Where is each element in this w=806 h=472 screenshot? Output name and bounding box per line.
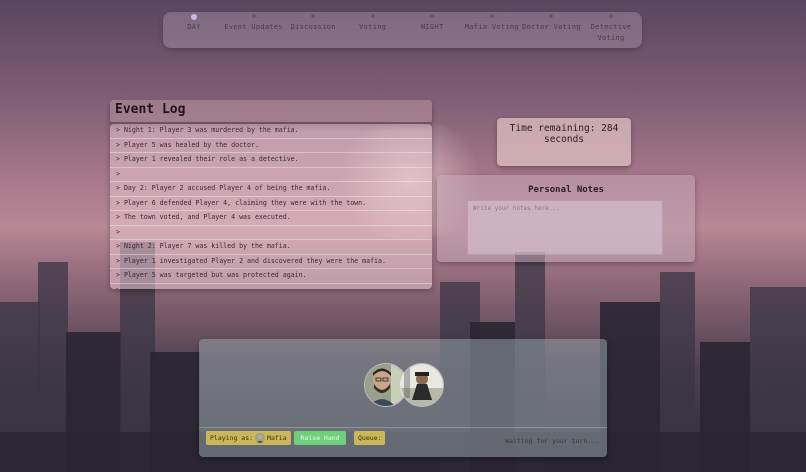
phase-dot-icon	[251, 14, 256, 18]
log-entry: >	[110, 284, 432, 290]
phase-label: Voting	[359, 23, 387, 31]
queue-badge: Queue:	[354, 431, 386, 445]
phase-dot-icon	[489, 14, 494, 18]
log-entry: > Night 1: Player 3 was murdered by the …	[110, 124, 432, 139]
playing-as-badge: Playing as: Mafia	[206, 431, 291, 445]
phase-progress-bar: DAY Event Updates Discussion Voting NIGHT Maf…	[163, 12, 642, 48]
phase-label: Doctor Voting	[522, 23, 581, 31]
log-entry: > Player 5 was healed by the doctor.	[110, 139, 432, 153]
phase-dot-icon	[430, 14, 435, 18]
video-call-panel: Playing as: Mafia Raise Hand Queue: Wait…	[199, 339, 607, 457]
personal-notes-panel: Personal Notes	[437, 175, 695, 262]
event-log-title: Event Log	[115, 102, 186, 117]
phase-dot-icon	[370, 14, 375, 18]
phase-label: NIGHT	[420, 23, 444, 31]
turn-status-text: Waiting for your turn...	[505, 437, 599, 445]
raise-hand-button[interactable]: Raise Hand	[294, 431, 346, 445]
phase-dot-icon	[191, 14, 197, 20]
phase-label: Detective Voting	[590, 23, 632, 42]
log-entry: > Day 2: Player 2 accused Player 4 of be…	[110, 182, 432, 197]
log-entry: >	[110, 168, 432, 182]
phase-label: Mafia Voting	[464, 23, 519, 31]
player-avatars	[364, 363, 446, 407]
log-entry: > Night 2: Player 7 was killed by the ma…	[110, 240, 432, 255]
phase-label: DAY	[187, 23, 201, 31]
controls-divider	[199, 427, 607, 428]
phase-label: Discussion	[290, 23, 336, 31]
player-role: Mafia	[267, 434, 287, 442]
personal-notes-title: Personal Notes	[528, 185, 604, 195]
event-log-header: Event Log	[110, 100, 432, 124]
log-entry: > The town voted, and Player 4 was execu…	[110, 211, 432, 226]
player-role-avatar-icon	[255, 433, 266, 443]
player-avatar-person-hat[interactable]	[400, 363, 444, 407]
phase-dot-icon	[311, 14, 316, 18]
event-log-list[interactable]: > Night 1: Player 3 was murdered by the …	[110, 124, 432, 289]
log-entry: >	[110, 226, 432, 240]
playing-as-label: Playing as:	[210, 434, 254, 442]
time-remaining-text: Time remaining: 284 seconds	[509, 123, 619, 145]
log-entry: > Player 1 investigated Player 2 and dis…	[110, 255, 432, 269]
phase-dot-icon	[609, 14, 613, 18]
phase-step: Detective Voting	[576, 14, 646, 44]
phase-label: Event Updates	[224, 23, 283, 31]
log-entry: > Player 5 was targeted but was protecte…	[110, 269, 432, 284]
personal-notes-input[interactable]	[467, 200, 663, 255]
time-remaining-panel: Time remaining: 284 seconds	[497, 118, 631, 166]
phase-dot-icon	[549, 14, 554, 18]
log-entry: > Player 1 revealed their role as a dete…	[110, 153, 432, 168]
log-entry: > Player 6 defended Player 4, claiming t…	[110, 197, 432, 211]
